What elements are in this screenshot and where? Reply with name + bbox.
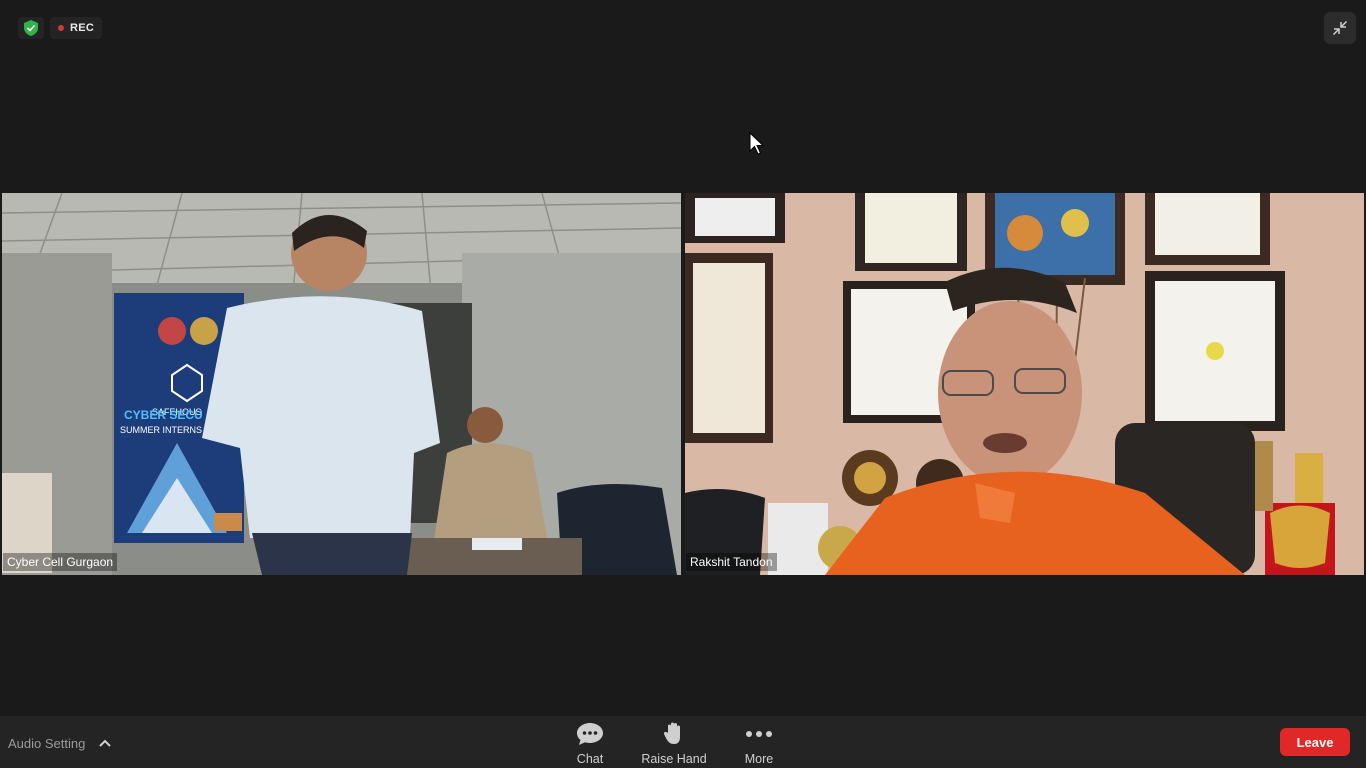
leave-button[interactable]: Leave [1280, 728, 1350, 756]
more-label: More [744, 752, 774, 766]
shield-icon [24, 20, 38, 36]
participant-video-rakshit-tandon [685, 193, 1364, 575]
chevron-up-icon[interactable] [95, 735, 115, 751]
recording-badge[interactable]: REC [50, 17, 103, 39]
chat-label: Chat [576, 752, 604, 766]
participant-name-label: Cyber Cell Gurgaon [3, 553, 118, 571]
more-button[interactable]: More [739, 720, 779, 766]
audio-setting-button[interactable]: Audio Setting [8, 735, 115, 751]
encryption-badge[interactable] [18, 17, 44, 39]
meeting-area: REC SAFEHOUS CYBER SECU SUMMER INTERNS C… [0, 0, 1366, 716]
exit-fullscreen-button[interactable] [1324, 12, 1356, 44]
meeting-toolbar: Audio Setting Chat Raise Hand More Leave [0, 716, 1366, 768]
audio-setting-label: Audio Setting [8, 735, 86, 751]
banner-subtitle-text: SUMMER INTERNS [120, 425, 202, 435]
video-tile-rakshit-tandon[interactable]: Rakshit Tandon [685, 193, 1364, 575]
raise-hand-icon [663, 720, 685, 748]
raise-hand-label: Raise Hand [641, 752, 707, 766]
chat-icon [576, 720, 604, 748]
mouse-cursor-icon [749, 132, 765, 155]
chat-button[interactable]: Chat [570, 720, 610, 766]
record-dot-icon [58, 25, 64, 31]
status-badges: REC [18, 17, 103, 39]
recording-label: REC [70, 22, 95, 34]
banner-title-text: CYBER SECU [124, 408, 203, 422]
participant-video-cyber-cell-gurgaon: SAFEHOUS CYBER SECU SUMMER INTERNS [2, 193, 681, 575]
more-dots-icon [745, 720, 773, 748]
raise-hand-button[interactable]: Raise Hand [638, 720, 710, 766]
exit-fullscreen-icon [1332, 20, 1348, 36]
participant-name-label: Rakshit Tandon [686, 553, 777, 571]
video-tile-cyber-cell-gurgaon[interactable]: SAFEHOUS CYBER SECU SUMMER INTERNS Cyber… [2, 193, 681, 575]
